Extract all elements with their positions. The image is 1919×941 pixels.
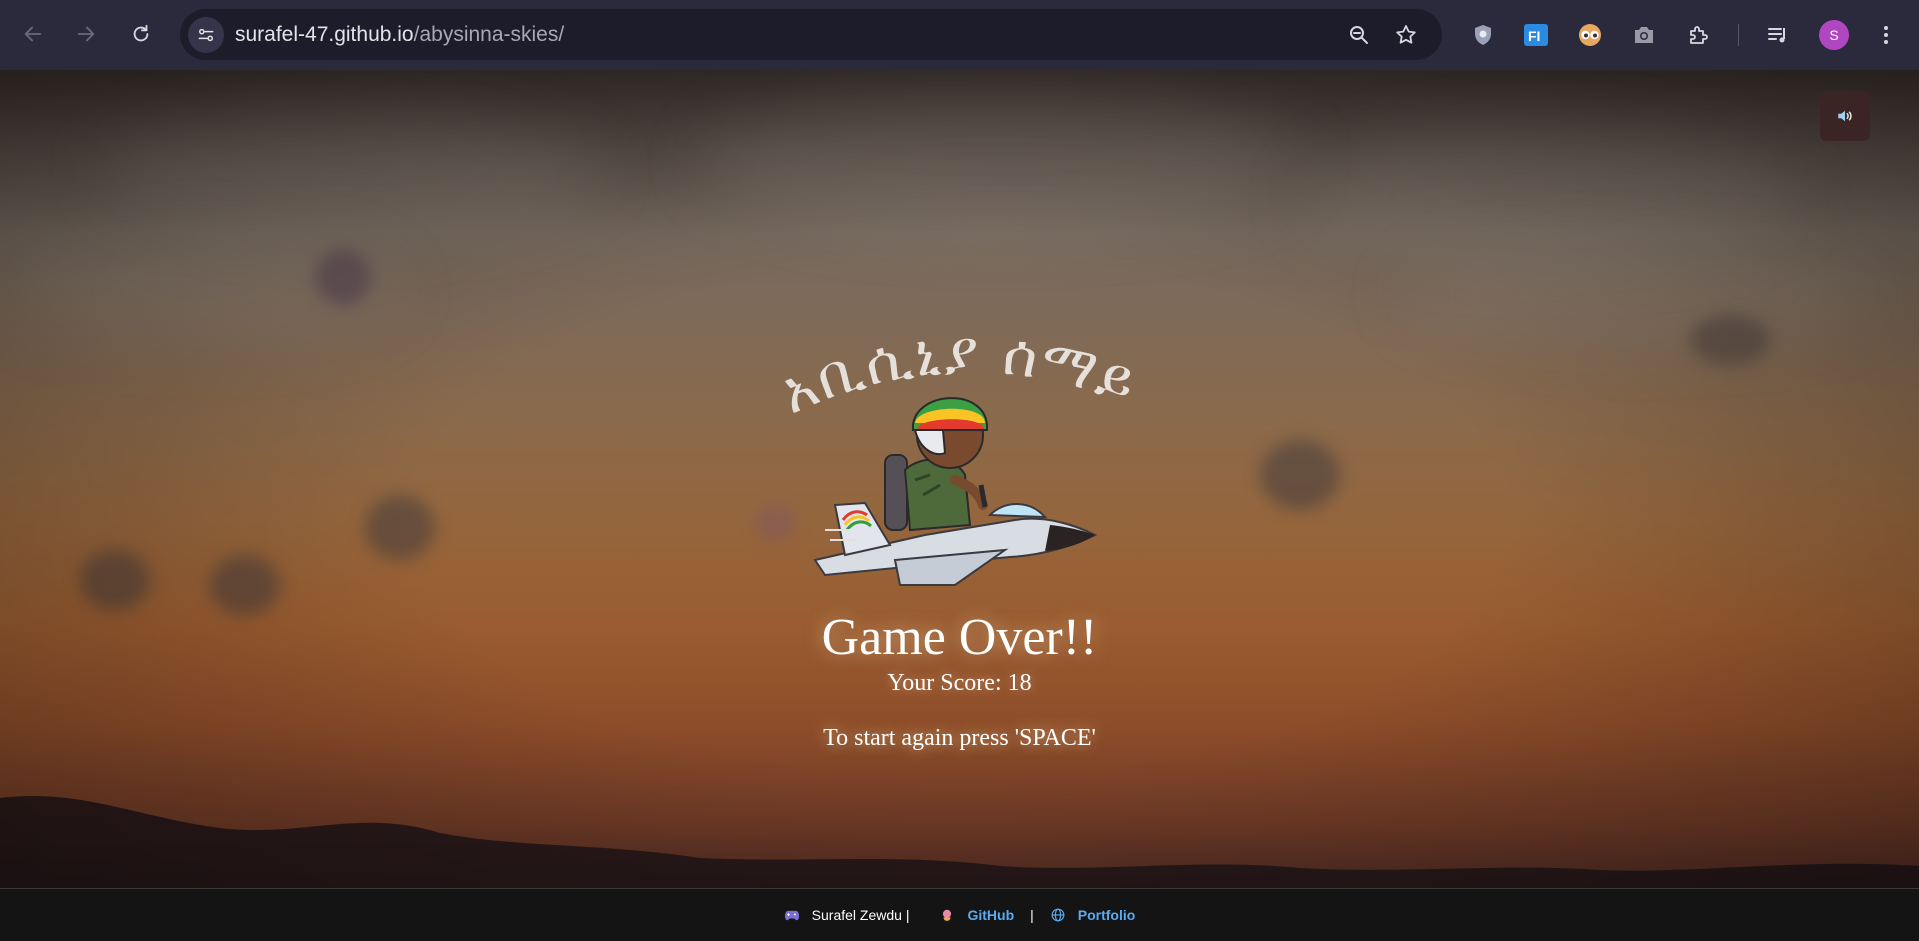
bookmark-button[interactable] [1392,21,1420,49]
browser-toolbar: surafel-47.github.io/abysinna-skies/ FI … [0,0,1919,70]
kebab-menu-icon [1884,26,1888,44]
octocat-icon [939,907,955,923]
profile-avatar[interactable]: S [1819,20,1849,50]
media-queue-icon [1768,28,1785,43]
footer-separator: | [1030,907,1034,923]
fi-extension-button[interactable]: FI [1520,19,1552,51]
shield-extension-icon [1475,25,1491,45]
author-name: Surafel Zewdu | [811,907,910,923]
fi-extension-icon: FI [1524,24,1548,46]
zoom-icon [1350,26,1368,44]
sound-toggle-button[interactable] [1820,91,1870,141]
eyes-extension-icon [1579,24,1601,46]
page-footer: Surafel Zewdu | GitHub | Portfolio [0,888,1919,941]
url-path: /abysinna-skies/ [413,23,565,46]
github-link[interactable]: GitHub [967,907,1014,923]
zoom-button[interactable] [1345,21,1373,49]
puzzle-extensions-icon [1690,26,1708,44]
site-info-button[interactable] [188,17,224,53]
svg-text:FI: FI [1528,28,1540,44]
game-canvas[interactable]: አቢሲኒያ ሰማይ Game Over!! Your Score: 18 To … [0,70,1919,888]
back-icon [24,26,42,42]
back-button[interactable] [15,16,51,52]
bookmark-star-icon [1396,25,1416,44]
toolbar-divider [1738,24,1739,46]
extensions-button[interactable] [1683,19,1715,51]
shield-extension-button[interactable] [1467,19,1499,51]
globe-icon [1050,907,1066,923]
reload-button[interactable] [123,16,159,52]
forward-button[interactable] [68,16,104,52]
pilot-jet-logo [813,397,1098,586]
restart-instruction: To start again press 'SPACE' [823,725,1096,751]
eyes-extension-button[interactable] [1574,19,1606,51]
site-settings-icon [198,28,214,42]
camera-extension-icon [1635,27,1653,43]
camera-extension-button[interactable] [1628,19,1660,51]
portfolio-link[interactable]: Portfolio [1078,907,1136,923]
browser-menu-button[interactable] [1870,19,1902,51]
game-over-heading: Game Over!! [821,609,1098,666]
address-bar[interactable]: surafel-47.github.io/abysinna-skies/ [180,9,1442,60]
score-text: Your Score: 18 [887,670,1032,696]
url-host: surafel-47.github.io [235,23,414,46]
url-text[interactable]: surafel-47.github.io/abysinna-skies/ [235,23,564,47]
forward-icon [77,26,95,42]
media-queue-button[interactable] [1762,19,1794,51]
reload-icon [133,24,149,42]
speaker-icon [1838,110,1852,122]
gamepad-icon [784,907,800,923]
